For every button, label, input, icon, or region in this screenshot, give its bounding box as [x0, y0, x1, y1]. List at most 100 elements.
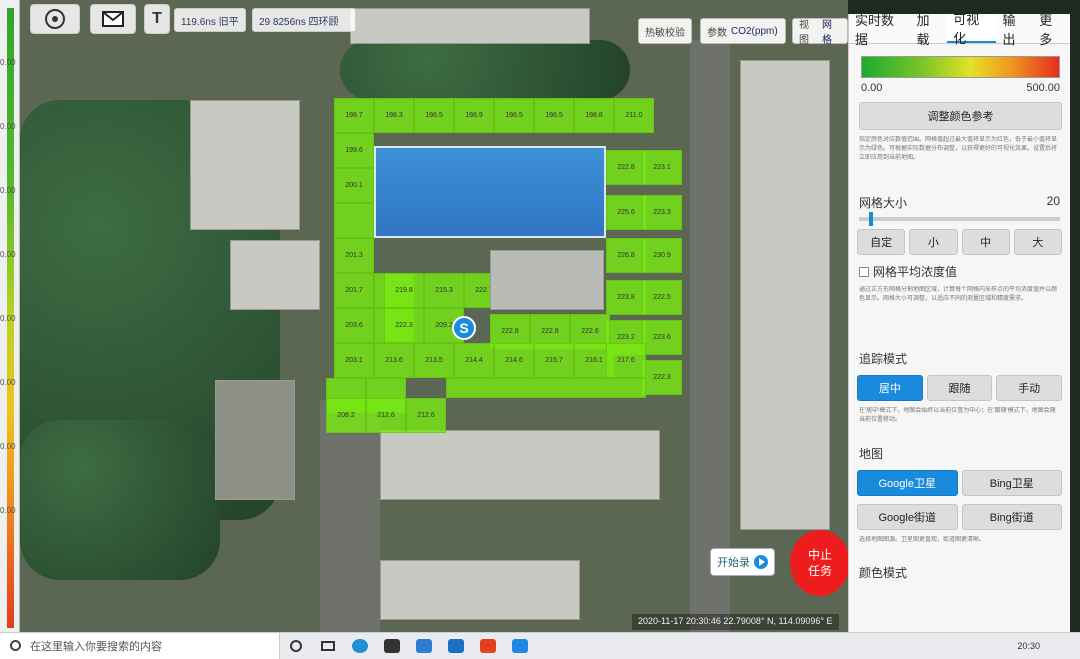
concentration-scale-bar: 0.00 0.00 0.00 0.00 0.00 0.00 0.00 0.00 [0, 0, 20, 632]
google-satellite-button[interactable]: Google卫星 [857, 470, 958, 496]
stop-task-label-1: 中止 [807, 548, 832, 562]
track-follow-button[interactable]: 跟随 [926, 375, 993, 401]
current-position-marker[interactable]: S [452, 316, 476, 340]
color-mode-label: 颜色模式 [859, 564, 1060, 581]
building [215, 380, 295, 500]
grid-cell: 201.3 [334, 238, 374, 273]
google-street-button[interactable]: Google街道 [857, 504, 958, 530]
timestamp-coordinates: 2020-11-17 20:30:46 22.79008° N, 114.090… [632, 614, 839, 630]
tab-visualization[interactable]: 可视化 [947, 12, 997, 46]
grid-cell: 223.1 [642, 150, 682, 185]
track-mode-label: 追踪模式 [859, 350, 1060, 367]
size-large-button[interactable]: 大 [1013, 229, 1062, 255]
grid-size-buttons: 自定 小 中 大 [857, 229, 1062, 255]
taskbar-search[interactable]: 在这里输入你要搜索的内容 [0, 632, 280, 659]
grid-cell: 223.3 [642, 195, 682, 230]
slider-handle[interactable] [868, 212, 873, 226]
grid-size-slider[interactable] [859, 212, 1060, 226]
grid-cell: 223.8 [606, 280, 646, 315]
tree-area [340, 40, 630, 100]
track-manual-button[interactable]: 手动 [996, 375, 1063, 401]
location-field-1[interactable]: 119.6ns 旧平 [174, 8, 246, 32]
grid-cell: 214.4 [454, 343, 494, 378]
tab-load[interactable]: 加载 [911, 13, 948, 47]
message-button[interactable] [90, 4, 136, 34]
grid-size-label: 网格大小 [859, 196, 908, 210]
grid-cell: 222.8 [606, 150, 646, 185]
text-icon: T [152, 10, 162, 27]
edge-icon[interactable] [344, 633, 376, 659]
track-mode-buttons: 居中 跟随 手动 [857, 375, 1063, 401]
scale-tick: 0.00 [0, 250, 16, 259]
track-description: 在'居中'模式下，地图会始终以当前位置为中心；在'跟随'模式下，地图会随当前位置… [859, 408, 1056, 423]
grid-cell: 212.6 [366, 398, 406, 433]
satellite-map[interactable]: 198.7 198.3 198.5 198.9 198.5 198.5 198.… [20, 0, 848, 632]
range-max: 500.00 [1026, 82, 1060, 94]
size-custom-button[interactable]: 自定 [857, 229, 906, 255]
color-gradient-bar [861, 56, 1060, 78]
map-source-row-2: Google街道 Bing街道 [857, 504, 1062, 530]
grid-cell [334, 203, 374, 238]
view-dropdown[interactable]: 视图 网格 [792, 18, 848, 46]
bing-street-button[interactable]: Bing街道 [961, 504, 1062, 530]
grid-cell: 219.8 [384, 273, 424, 308]
task-view-icon[interactable] [312, 633, 344, 659]
size-small-button[interactable]: 小 [909, 229, 958, 255]
view-label: 视图 [799, 20, 809, 46]
grid-cell: 211.0 [614, 98, 654, 133]
auto-calibrate-dropdown[interactable]: 热敏校验 [638, 18, 692, 44]
building [350, 8, 590, 44]
tree-area [20, 420, 220, 580]
adjust-color-button[interactable]: 调整颜色参考 [859, 102, 1062, 130]
grid-average-row[interactable]: 网格平均浓度值 [859, 263, 1060, 280]
grid-cell: 215.3 [424, 273, 464, 308]
building-row [740, 60, 830, 530]
start-record-button[interactable]: 开始录 [710, 548, 775, 576]
stop-task-button[interactable]: 中止 任务 [790, 530, 848, 596]
track-center-button[interactable]: 居中 [857, 375, 923, 401]
search-icon [10, 639, 21, 651]
scale-tick: 0.00 [0, 186, 16, 195]
scale-tick: 0.00 [0, 58, 16, 67]
grid-cell: 201.7 [334, 273, 374, 308]
map-text: 地图 [859, 447, 884, 461]
grid-cell: 198.5 [494, 98, 534, 133]
grid-description: 通过正方形网格分割地图区域，计算每个网格内采样点的平均浓度值并以颜色显示。网格大… [859, 287, 1058, 302]
bing-satellite-button[interactable]: Bing卫星 [961, 470, 1062, 496]
range-min: 0.00 [861, 82, 883, 94]
gps-signal-button[interactable] [30, 4, 80, 34]
grid-cell: 222.3 [384, 308, 424, 343]
color-description: 指定颜色对应数值范围。网格值超过最大值将显示为红色，低于最小值将显示为绿色。可根… [859, 137, 1058, 161]
param-value: CO2(ppm) [731, 25, 778, 37]
tab-more[interactable]: 更多 [1033, 13, 1070, 47]
app-icon[interactable] [504, 633, 536, 659]
tab-output[interactable]: 输出 [996, 13, 1033, 47]
color-mode-text: 颜色模式 [859, 566, 908, 580]
store-icon[interactable] [376, 633, 408, 659]
windows-taskbar: 在这里输入你要搜索的内容 20:30 [0, 632, 1080, 659]
size-medium-button[interactable]: 中 [961, 229, 1010, 255]
grid-average-checkbox[interactable] [859, 266, 869, 277]
taskbar-clock: 20:30 [1017, 641, 1040, 651]
grid-cell: 225.6 [606, 195, 646, 230]
play-icon [754, 555, 768, 569]
param-dropdown[interactable]: 参数 CO2(ppm) [700, 18, 786, 44]
param-label: 参数 [707, 27, 727, 39]
location-field-2[interactable]: 29 8256ns 四环顾 [252, 8, 356, 32]
grid-cell: 198.7 [334, 98, 374, 133]
tab-realtime-data[interactable]: 实时数据 [849, 13, 911, 47]
track-mode-text: 追踪模式 [859, 352, 908, 366]
grid-cell: 200.1 [334, 168, 374, 203]
office-icon[interactable] [472, 633, 504, 659]
photos-icon[interactable] [408, 633, 440, 659]
grid-cell: 215.7 [534, 343, 574, 378]
map-source-row-1: Google卫星 Bing卫星 [857, 470, 1062, 496]
grid-cell: 198.5 [414, 98, 454, 133]
mail-icon[interactable] [440, 633, 472, 659]
grid-cell: 203.6 [334, 308, 374, 343]
envelope-icon [102, 11, 124, 27]
cortana-icon[interactable] [280, 633, 312, 659]
text-tool-button[interactable]: T [144, 4, 170, 34]
grid-cell [446, 378, 646, 398]
grid-cell: 208.2 [326, 398, 366, 433]
